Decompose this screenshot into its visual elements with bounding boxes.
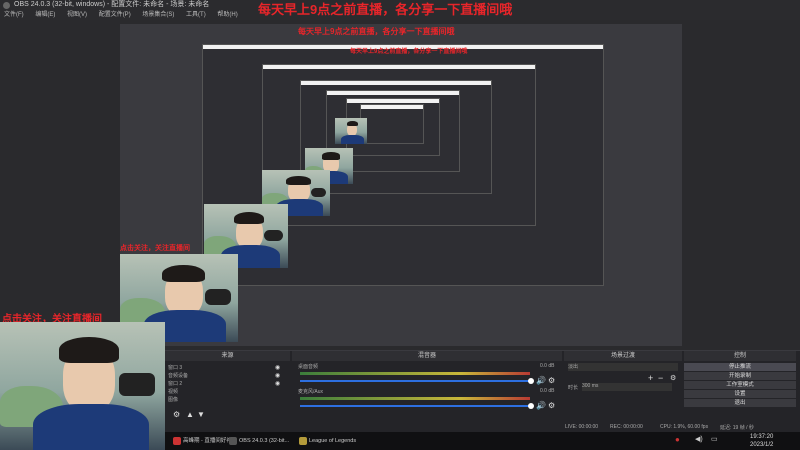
webcam-feed-6	[335, 118, 367, 144]
mixer-track-db: 0.0 dB	[540, 388, 555, 394]
taskbar-item-label: League of Legends	[309, 438, 357, 444]
volume-slider[interactable]	[300, 380, 530, 382]
clock[interactable]: 19:37:20 2023/1/2	[750, 433, 773, 449]
obs-icon	[3, 2, 10, 9]
speaker-icon[interactable]: 🔊	[536, 401, 546, 410]
exit-button[interactable]: 退出	[684, 399, 796, 407]
mixer-meter	[300, 372, 530, 375]
mixer-track-name: 桌面音频	[298, 364, 319, 370]
clock-date: 2023/1/2	[750, 442, 774, 448]
move-up-icon[interactable]: ▲	[186, 410, 194, 419]
transition-select[interactable]: 淡出	[568, 363, 678, 371]
menu-help[interactable]: 帮助(H)	[217, 10, 237, 20]
menu-tools[interactable]: 工具(T)	[186, 10, 206, 20]
source-item[interactable]: 音频设备	[168, 372, 288, 380]
gear-icon[interactable]: ⚙	[548, 376, 555, 385]
webcam-feed	[0, 322, 165, 450]
source-item[interactable]: 视频	[168, 388, 288, 396]
mixer-meter	[300, 397, 530, 400]
status-dropped: 延迟: 19 帧 / 秒	[720, 425, 754, 431]
taskbar-item-label: OBS 24.0.3 (32-bit...	[239, 438, 290, 444]
app-icon	[173, 437, 181, 445]
status-cpu: CPU: 1.9%, 60.00 fps	[660, 424, 709, 430]
volume-slider-knob[interactable]	[528, 403, 534, 409]
mixer-track-name: 麦克风/Aux	[298, 389, 324, 395]
eye-icon[interactable]: ◉	[275, 364, 280, 371]
menu-profile[interactable]: 配置文件(P)	[99, 10, 131, 20]
settings-button[interactable]: 设置	[684, 390, 796, 398]
controls-dock-title: 控制	[684, 351, 796, 361]
taskbar-item-label: 高峰期 - 直播间好礼	[183, 438, 232, 444]
overlay-banner: 每天早上9点之前直播，各分享一下直播间哦	[258, 2, 513, 17]
volume-slider[interactable]	[300, 405, 530, 407]
nested-preview-6	[360, 104, 424, 144]
menu-file[interactable]: 文件(F)	[4, 10, 24, 20]
clock-time: 19:37:20	[750, 434, 774, 440]
sources-list: 窗口 3 音频设备 窗口 2 视频 图像	[168, 364, 288, 404]
source-item[interactable]: 窗口 2	[168, 380, 288, 388]
start-recording-button[interactable]: 开始录制	[684, 372, 796, 380]
speaker-icon[interactable]: 🔊	[536, 376, 546, 385]
stop-streaming-button[interactable]: 停止推流	[684, 363, 796, 371]
duration-label: 时长	[568, 385, 579, 391]
taskbar-item[interactable]: OBS 24.0.3 (32-bit...	[227, 434, 305, 448]
league-icon	[299, 437, 307, 445]
studio-mode-button[interactable]: 工作室模式	[684, 381, 796, 389]
network-icon[interactable]: ▭	[711, 435, 718, 443]
gear-icon[interactable]: ⚙	[548, 401, 555, 410]
overlay-banner-small: 每天早上9点之前直播，各分享一下直播间哦	[298, 27, 455, 36]
duration-input[interactable]: 300 ms	[582, 383, 672, 391]
status-rec: REC: 00:00:00	[610, 424, 643, 430]
obs-icon	[229, 437, 237, 445]
taskbar: 高峰期 - 直播间好礼 OBS 24.0.3 (32-bit... League…	[165, 432, 800, 450]
eye-icon[interactable]: ◉	[275, 372, 280, 379]
volume-slider-knob[interactable]	[528, 378, 534, 384]
overlay-banner-smaller: 每天早上9点之前直播，各分享一下直播间哦	[350, 49, 468, 55]
sources-dock-title: 来源	[165, 351, 290, 361]
transitions-dock-title: 场景过渡	[564, 351, 682, 361]
menu-scene-collection[interactable]: 场景集合(S)	[142, 10, 174, 20]
speaker-icon[interactable]: ◀)	[695, 435, 703, 443]
move-down-icon[interactable]: ▼	[197, 410, 205, 419]
tray-app-icon[interactable]: ●	[675, 435, 680, 444]
menu-edit[interactable]: 编辑(E)	[35, 10, 55, 20]
eye-icon[interactable]: ◉	[275, 380, 280, 387]
add-icon[interactable]: +	[648, 373, 653, 383]
cam-caption-small: 点击关注，关注直播间	[120, 245, 190, 252]
mixer-track-db: 0.0 dB	[540, 363, 555, 369]
mixer-dock-title: 混音器	[292, 351, 562, 361]
source-item[interactable]: 图像	[168, 396, 288, 404]
window-title: OBS 24.0.3 (32-bit, windows) - 配置文件: 未命名…	[14, 1, 210, 8]
status-live: LIVE: 00:00:00	[565, 424, 599, 430]
gear-icon[interactable]: ⚙	[670, 374, 676, 382]
source-item[interactable]: 窗口 3	[168, 364, 288, 372]
remove-icon[interactable]: −	[658, 373, 663, 383]
menu-view[interactable]: 视图(V)	[67, 10, 87, 20]
taskbar-item[interactable]: League of Legends	[297, 434, 379, 448]
settings-gear-icon[interactable]: ⚙	[173, 410, 180, 419]
